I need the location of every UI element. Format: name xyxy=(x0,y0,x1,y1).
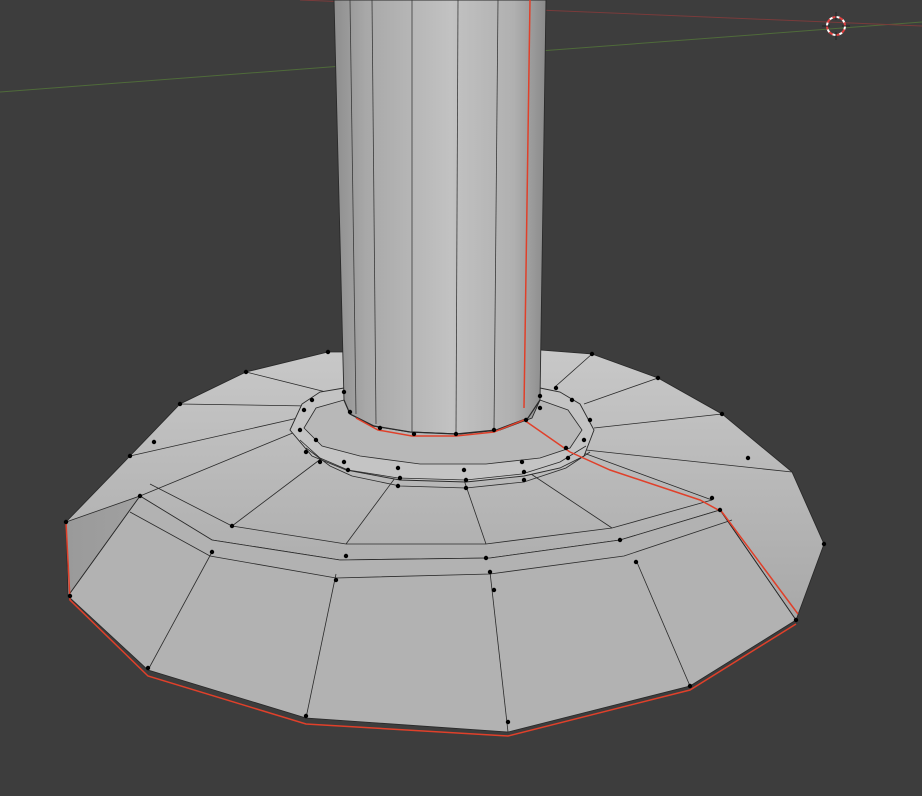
3d-viewport[interactable] xyxy=(0,0,922,796)
column-mesh[interactable] xyxy=(63,0,827,737)
cursor-crosshair-icon[interactable] xyxy=(822,12,850,40)
column-shaft xyxy=(333,0,547,435)
